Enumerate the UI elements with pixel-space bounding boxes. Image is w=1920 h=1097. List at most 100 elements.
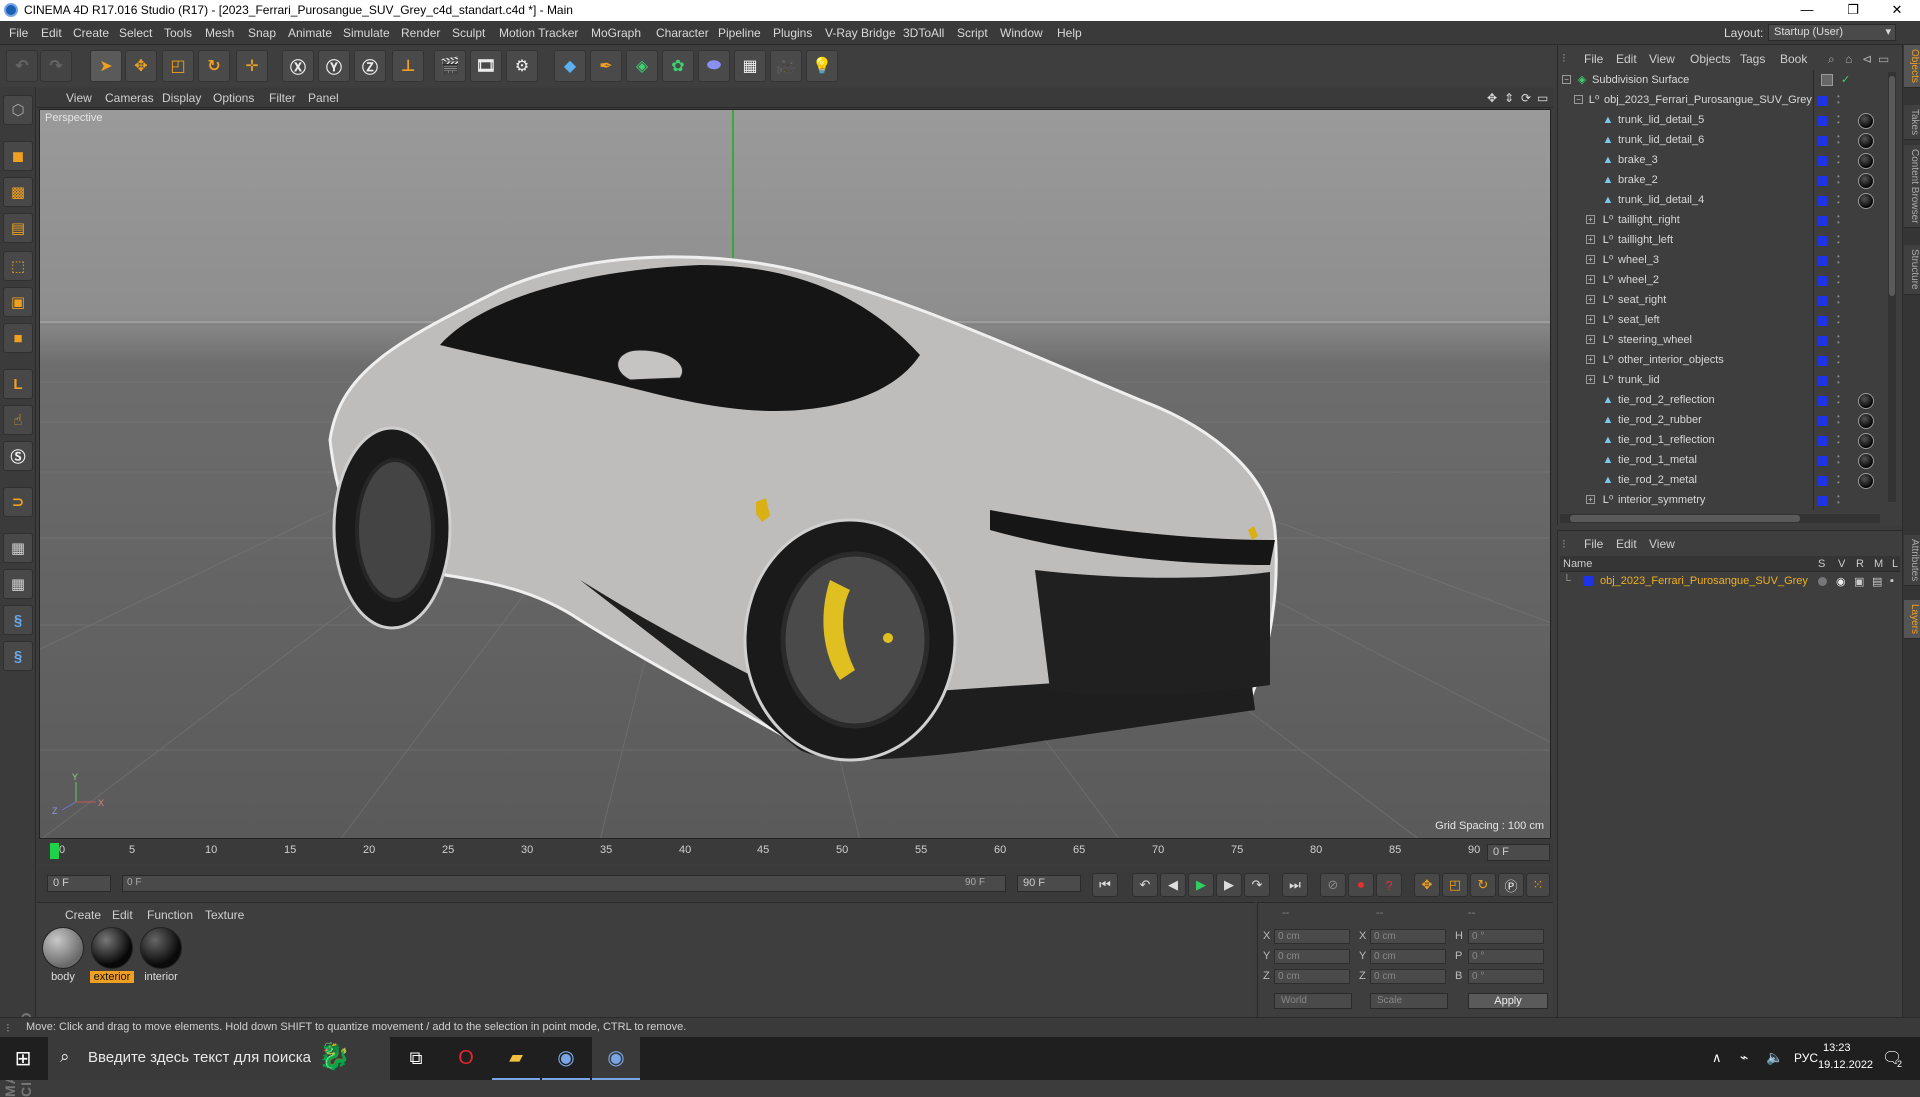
object-manager-vscrollbar[interactable] [1888, 72, 1896, 502]
object-row[interactable]: ▲ tie_rod_2_metal • • [1558, 471, 1888, 491]
menu-3dtoall[interactable]: 3DToAll [903, 26, 944, 40]
visibility-dots[interactable]: • • [1837, 193, 1843, 207]
car-model[interactable] [328, 255, 1278, 762]
om-menu-bookmarks[interactable]: Book [1780, 52, 1807, 66]
viewport-menu-cameras[interactable]: Cameras [105, 91, 154, 105]
object-row-subdivision-surface[interactable]: − ◈ Subdivision Surface ✓ [1558, 71, 1888, 91]
add-spline-pen-button[interactable]: ✒ [590, 50, 622, 82]
recent-tool-button[interactable]: ✛ [236, 50, 268, 82]
material-tag-icon[interactable] [1858, 153, 1874, 169]
layer-row[interactable]: └ obj_2023_Ferrari_Purosangue_SUV_Grey ◉… [1560, 573, 1900, 591]
object-row[interactable]: ▲ trunk_lid_detail_5 • • [1558, 111, 1888, 131]
menu-animate[interactable]: Animate [288, 26, 332, 40]
visibility-dots[interactable]: • • [1837, 313, 1843, 327]
tab-objects[interactable]: Objects [1904, 45, 1920, 88]
workplane-mode-button[interactable]: ▤ [3, 213, 33, 243]
solo-toggle[interactable] [1818, 577, 1827, 586]
edit-render-settings-button[interactable]: ⚙ [506, 50, 538, 82]
clock-date[interactable]: 19.12.2022 [1818, 1059, 1873, 1071]
menu-sculpt[interactable]: Sculpt [452, 26, 485, 40]
material-menu-function[interactable]: Function [147, 908, 193, 922]
edges-mode-button[interactable]: ▣ [3, 287, 33, 317]
viewport-zoom-icon[interactable]: ⇕ [1504, 91, 1514, 105]
position-y-field[interactable]: 0 cm [1274, 949, 1350, 964]
coord-scale-dropdown[interactable]: Scale [1370, 993, 1448, 1009]
om-menu-edit[interactable]: Edit [1616, 52, 1637, 66]
viewport-rotate-icon[interactable]: ⟳ [1521, 91, 1531, 105]
expand-icon[interactable]: + [1586, 215, 1595, 224]
object-row[interactable]: ▲ tie_rod_1_reflection • • [1558, 431, 1888, 451]
add-deformer-button[interactable]: ⬬ [698, 50, 730, 82]
material-menu-texture[interactable]: Texture [205, 908, 244, 922]
object-row[interactable]: + L⁰ interior_symmetry • • [1558, 491, 1888, 509]
object-row[interactable]: ▲ brake_3 • • [1558, 151, 1888, 171]
tab-layers[interactable]: Layers [1904, 600, 1920, 640]
rotate-tool-button[interactable]: ↻ [198, 50, 230, 82]
material-tag-icon[interactable] [1858, 433, 1874, 449]
expand-icon[interactable]: + [1586, 255, 1595, 264]
layer-color-swatch[interactable] [1817, 496, 1827, 506]
layer-color-swatch[interactable] [1817, 216, 1827, 226]
cinema4d-active-taskbar-button[interactable]: ◉ [592, 1037, 640, 1080]
scale-tool-button[interactable]: ◰ [162, 50, 194, 82]
expand-icon[interactable]: + [1586, 495, 1595, 504]
make-editable-button[interactable]: ⬡ [3, 95, 33, 125]
volume-icon[interactable]: 🔈 [1766, 1049, 1783, 1066]
position-z-field[interactable]: 0 cm [1274, 969, 1350, 984]
current-frame-field[interactable]: 0 F [1487, 844, 1550, 861]
collapse-icon[interactable]: − [1574, 95, 1583, 104]
om-menu-view[interactable]: View [1649, 52, 1675, 66]
object-row[interactable]: ▲ tie_rod_1_metal • • [1558, 451, 1888, 471]
menu-file[interactable]: File [9, 26, 28, 40]
maximize-button[interactable]: ❐ [1830, 0, 1876, 21]
size-z-field[interactable]: 0 cm [1370, 969, 1446, 984]
menu-character[interactable]: Character [656, 26, 709, 40]
viewport-menu-filter[interactable]: Filter [269, 91, 296, 105]
material-tag-icon[interactable] [1858, 453, 1874, 469]
scrollbar-thumb[interactable] [1889, 76, 1895, 296]
visibility-dots[interactable]: • • [1837, 173, 1843, 187]
new-window-icon[interactable]: ▭ [1878, 52, 1889, 66]
eye-icon[interactable]: ◉ [1836, 575, 1846, 588]
filter-icon[interactable]: ⊲ [1862, 52, 1872, 66]
render-picture-viewer-button[interactable]: 🎞 [470, 50, 502, 82]
object-row[interactable]: + L⁰ wheel_3 • • [1558, 251, 1888, 271]
coord-mode-dropdown[interactable]: World [1274, 993, 1352, 1009]
search-icon[interactable]: ⌕ [1828, 52, 1835, 67]
network-icon[interactable]: ⌁ [1740, 1049, 1748, 1066]
clock-time[interactable]: 13:23 [1823, 1042, 1851, 1054]
play-button[interactable]: ▶ [1188, 873, 1214, 897]
layer-color-swatch[interactable] [1817, 316, 1827, 326]
layer-menu-file[interactable]: File [1584, 537, 1603, 551]
key-position-button[interactable]: ✥ [1414, 873, 1440, 897]
record-keys-disabled-button[interactable]: ⊘ [1320, 873, 1346, 897]
render-view-button[interactable]: 🎬 [434, 50, 466, 82]
object-row[interactable]: ▲ tie_rod_2_rubber • • [1558, 411, 1888, 431]
material-tag-icon[interactable] [1858, 413, 1874, 429]
next-keyframe-button[interactable]: ↷ [1244, 873, 1270, 897]
add-camera-button[interactable]: 🎥 [770, 50, 802, 82]
expand-icon[interactable]: + [1586, 275, 1595, 284]
expand-icon[interactable]: + [1586, 315, 1595, 324]
tab-content-browser[interactable]: Content Browser [1904, 145, 1920, 229]
object-row[interactable]: + L⁰ other_interior_objects • • [1558, 351, 1888, 371]
record-active-objects-button[interactable]: ⏺ [1348, 873, 1374, 897]
visibility-dots[interactable]: • • [1837, 333, 1843, 347]
position-x-field[interactable]: 0 cm [1274, 929, 1350, 944]
visibility-dots[interactable]: • • [1837, 133, 1843, 147]
object-row[interactable]: ▲ tie_rod_2_reflection • • [1558, 391, 1888, 411]
material-body[interactable]: body [41, 927, 85, 983]
layer-color-swatch[interactable] [1817, 96, 1827, 106]
object-manager-hscrollbar[interactable] [1560, 514, 1880, 523]
object-row[interactable]: + L⁰ seat_left • • [1558, 311, 1888, 331]
python-script-button[interactable]: § [3, 605, 33, 635]
layer-color-swatch[interactable] [1817, 456, 1827, 466]
material-tag-icon[interactable] [1858, 113, 1874, 129]
size-x-field[interactable]: 0 cm [1370, 929, 1446, 944]
goto-start-button[interactable]: ⏮ [1092, 873, 1118, 897]
column-solo[interactable]: S [1818, 558, 1825, 570]
column-name[interactable]: Name [1563, 558, 1592, 570]
opera-taskbar-button[interactable]: O [442, 1037, 490, 1080]
render-icon[interactable]: ▣ [1854, 575, 1864, 588]
object-row[interactable]: + L⁰ trunk_lid • • [1558, 371, 1888, 391]
